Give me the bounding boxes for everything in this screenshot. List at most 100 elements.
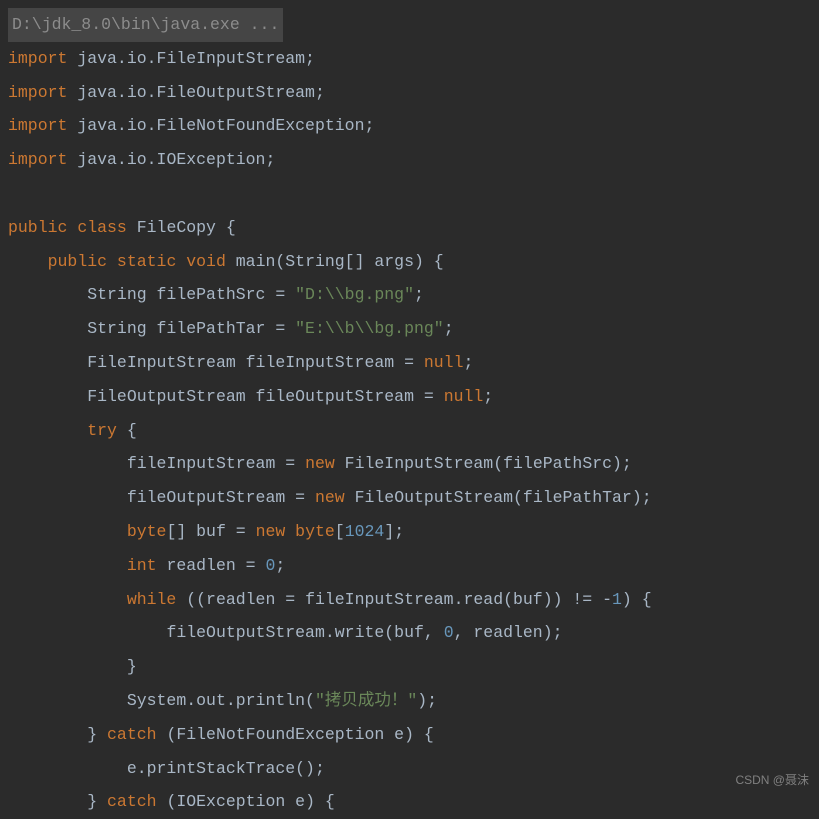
assignment: fileOutputStream = [127,488,315,507]
import-statement: java.io.FileNotFoundException; [67,116,374,135]
indent [8,488,127,507]
keyword-static: static [107,252,176,271]
semicolon: ; [275,556,285,575]
assignment: fileInputStream = [127,454,305,473]
string-literal: " [315,691,325,710]
var-decl: FileOutputStream fileOutputStream = [87,387,443,406]
string-literal-cn: 拷贝成功！ [325,691,408,709]
keyword-null: null [444,387,484,406]
catch-clause: (FileNotFoundException e) { [157,725,434,744]
watermark: CSDN @聂沫 [735,771,809,788]
keyword-try: try [87,421,117,440]
var-decl: FileInputStream fileInputStream = [87,353,424,372]
method-call: , readlen); [454,623,563,642]
indent [8,691,127,710]
var-decl: String filePathTar = [87,319,295,338]
keyword-byte: byte [285,522,335,541]
indent [8,387,87,406]
keyword-public: public [48,252,107,271]
indent [8,522,127,541]
code-line: import java.io.FileNotFoundException; [8,109,819,143]
keyword-new: new [256,522,286,541]
keyword-import: import [8,49,67,68]
keyword-import: import [8,83,67,102]
import-statement: java.io.FileOutputStream; [67,83,324,102]
keyword-import: import [8,150,67,169]
constructor-call: FileOutputStream(filePathTar); [345,488,652,507]
keyword-public: public [8,218,67,237]
bracket: [ [335,522,345,541]
code-line: } catch (IOException e) { [8,785,819,819]
method-call: ); [417,691,437,710]
code-line: import java.io.IOException; [8,143,819,177]
indent [8,556,127,575]
indent [8,454,127,473]
number-literal: 1 [612,590,622,609]
code-line: System.out.println("拷贝成功！"); [8,684,819,718]
keyword-import: import [8,116,67,135]
keyword-while: while [127,590,177,609]
code-line: } [8,650,819,684]
indent [8,421,87,440]
code-line: fileInputStream = new FileInputStream(fi… [8,447,819,481]
constructor-call: FileInputStream(filePathSrc); [335,454,632,473]
brace: ) { [622,590,652,609]
number-literal: 1024 [345,522,385,541]
string-literal: " [407,691,417,710]
code-line: byte[] buf = new byte[1024]; [8,515,819,549]
indent [8,725,87,744]
semicolon: ; [463,353,473,372]
brace: } [127,657,137,676]
method-sig: main(String[] args) { [226,252,444,271]
var-decl: String filePathSrc = [87,285,295,304]
import-statement: java.io.IOException; [67,150,275,169]
semicolon: ; [483,387,493,406]
brace: } [87,725,107,744]
class-name: FileCopy { [127,218,236,237]
var-decl: [] buf = [166,522,255,541]
code-line: fileOutputStream.write(buf, 0, readlen); [8,616,819,650]
brace: } [87,792,107,811]
number-literal: 0 [265,556,275,575]
condition: ((readlen = fileInputStream.read(buf)) !… [176,590,612,609]
keyword-byte: byte [127,522,167,541]
indent [8,657,127,676]
code-line: } catch (FileNotFoundException e) { [8,718,819,752]
code-line: public class FileCopy { [8,211,819,245]
keyword-catch: catch [107,725,157,744]
keyword-catch: catch [107,792,157,811]
import-statement: java.io.FileInputStream; [67,49,315,68]
code-line: e.printStackTrace(); [8,752,819,786]
code-editor: D:\jdk_8.0\bin\java.exe ... import java.… [0,0,819,819]
brace: { [117,421,137,440]
indent [8,353,87,372]
method-call: fileOutputStream.write(buf, [166,623,443,642]
code-line: String filePathSrc = "D:\\bg.png"; [8,278,819,312]
bracket: ]; [384,522,404,541]
catch-clause: (IOException e) { [157,792,335,811]
indent [8,319,87,338]
code-line: FileInputStream fileInputStream = null; [8,346,819,380]
semicolon: ; [444,319,454,338]
code-line: fileOutputStream = new FileOutputStream(… [8,481,819,515]
indent [8,623,166,642]
indent [8,285,87,304]
keyword-void: void [176,252,226,271]
indent [8,252,48,271]
code-line: String filePathTar = "E:\\b\\bg.png"; [8,312,819,346]
exec-header: D:\jdk_8.0\bin\java.exe ... [8,8,283,42]
code-line: int readlen = 0; [8,549,819,583]
indent [8,590,127,609]
keyword-null: null [424,353,464,372]
var-decl: readlen = [157,556,266,575]
semicolon: ; [414,285,424,304]
keyword-new: new [315,488,345,507]
code-line: import java.io.FileInputStream; [8,42,819,76]
code-line: while ((readlen = fileInputStream.read(b… [8,583,819,617]
keyword-class: class [67,218,126,237]
indent [8,759,127,778]
string-literal: "D:\\bg.png" [295,285,414,304]
indent [8,792,87,811]
code-line: try { [8,414,819,448]
keyword-new: new [305,454,335,473]
